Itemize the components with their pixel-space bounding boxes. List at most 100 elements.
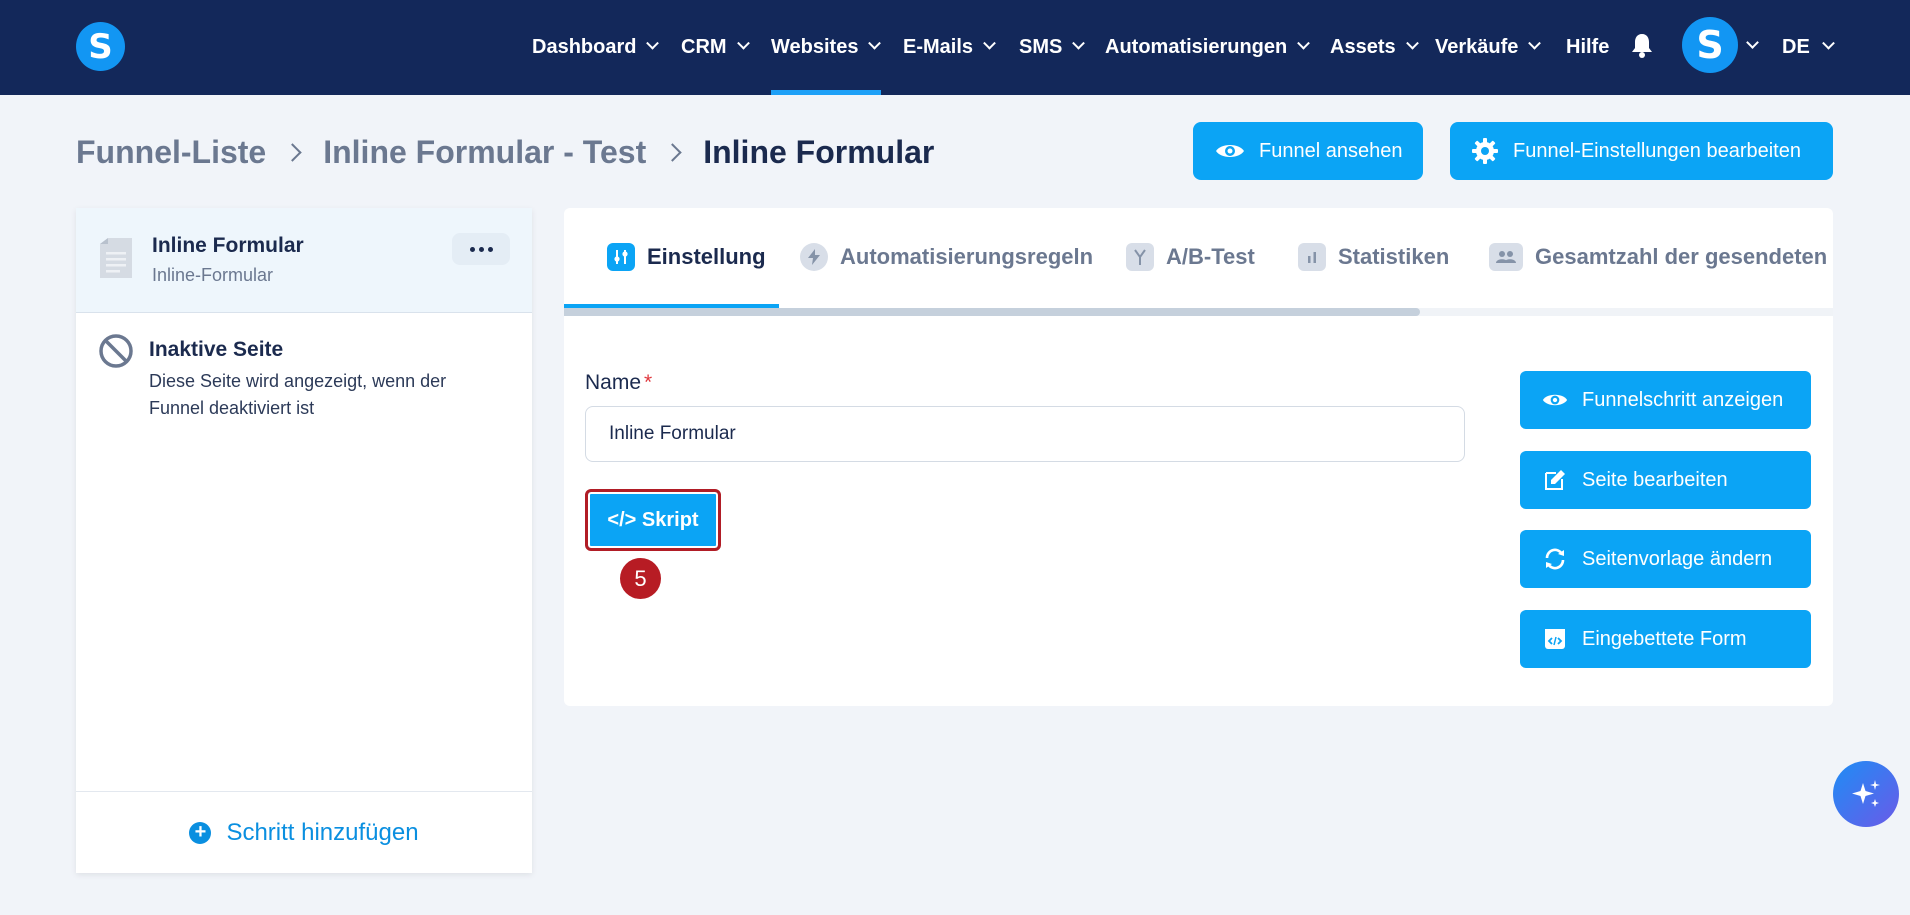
gear-icon [1472, 138, 1498, 164]
nav-sms[interactable]: SMS [1019, 0, 1086, 95]
split-icon [1126, 243, 1154, 271]
prohibited-icon [99, 334, 133, 368]
embedded-form-label: Eingebettete Form [1582, 627, 1747, 650]
user-avatar[interactable]: S [1682, 17, 1738, 73]
edit-page-button[interactable]: Seite bearbeiten [1520, 451, 1811, 509]
view-funnel-button[interactable]: Funnel ansehen [1193, 122, 1423, 180]
more-options-button[interactable] [452, 233, 510, 265]
chevron-down-icon [1297, 36, 1311, 50]
edit-funnel-settings-label: Funnel-Einstellungen bearbeiten [1513, 139, 1801, 162]
step-title: Inline Formular [152, 234, 304, 257]
sparkles-icon [1852, 780, 1880, 807]
nav-crm[interactable]: CRM [681, 0, 750, 95]
dot [469, 246, 475, 252]
eye-icon [1216, 145, 1244, 157]
tab-label: Statistiken [1338, 244, 1450, 269]
settings-tabs: Einstellung Automatisierungsregeln A/B-T… [564, 208, 1833, 308]
users-icon [1489, 243, 1523, 271]
tab-automation-rules[interactable]: Automatisierungsregeln [800, 208, 1093, 306]
document-icon [100, 238, 132, 278]
bar-chart-icon [1298, 243, 1326, 271]
chevron-down-icon [1528, 36, 1542, 50]
tab-label: A/B-Test [1166, 244, 1255, 269]
tab-total-sent[interactable]: Gesamtzahl der gesendeten L [1489, 208, 1833, 306]
inactive-page-description: Diese Seite wird angezeigt, wenn der Fun… [149, 371, 447, 418]
edit-funnel-settings-button[interactable]: Funnel-Einstellungen bearbeiten [1450, 122, 1833, 180]
chevron-down-icon [983, 36, 996, 50]
chevron-right-icon [663, 142, 682, 162]
add-step-label: Schritt hinzufügen [226, 818, 419, 846]
name-field-label: Name * [585, 371, 652, 395]
breadcrumb-current-step: Inline Formular [703, 133, 935, 170]
nav-label: Automatisierungen [1105, 36, 1288, 58]
inactive-page-title[interactable]: Inaktive Seite [149, 338, 283, 362]
nav-help[interactable]: Hilfe [1566, 0, 1609, 95]
language-selector[interactable]: DE [1782, 0, 1835, 95]
edit-page-label: Seite bearbeiten [1582, 468, 1728, 491]
top-navigation-bar: S Dashboard CRM Websites E-Mails SMS Aut… [0, 0, 1910, 95]
script-button[interactable]: </> Skript [585, 489, 721, 551]
chevron-down-icon [1821, 36, 1835, 50]
language-label: DE [1782, 36, 1810, 58]
dot [478, 246, 484, 252]
tab-settings[interactable]: Einstellung [607, 208, 766, 306]
step-subtitle: Inline-Formular [152, 265, 274, 285]
chevron-down-icon [868, 36, 882, 50]
script-button-label: </> Skript [607, 508, 699, 531]
embedded-form-button[interactable]: Eingebettete Form [1520, 610, 1811, 668]
tab-ab-test[interactable]: A/B-Test [1126, 208, 1255, 306]
nav-label: Hilfe [1566, 36, 1610, 58]
edit-icon [1542, 467, 1568, 493]
nav-label: Verkäufe [1435, 36, 1519, 58]
chevron-down-icon [1405, 36, 1419, 50]
view-funnel-label: Funnel ansehen [1259, 139, 1403, 162]
change-template-button[interactable]: Seitenvorlage ändern [1520, 530, 1811, 588]
bolt-icon [800, 243, 828, 271]
tab-statistics[interactable]: Statistiken [1298, 208, 1449, 306]
nav-emails[interactable]: E-Mails [903, 0, 996, 95]
tab-label: Einstellung [647, 244, 766, 269]
chevron-right-icon [283, 142, 302, 162]
refresh-icon [1542, 546, 1568, 572]
nav-label: Dashboard [532, 36, 637, 58]
bell-icon[interactable] [1631, 32, 1653, 58]
nav-label: Assets [1330, 36, 1396, 58]
nav-dashboard[interactable]: Dashboard [532, 0, 660, 95]
nav-sales[interactable]: Verkäufe [1435, 0, 1542, 95]
app-logo[interactable]: S [76, 22, 125, 71]
dot [487, 246, 493, 252]
ai-assistant-button[interactable] [1833, 761, 1899, 827]
step-settings-panel: Einstellung Automatisierungsregeln A/B-T… [564, 208, 1833, 706]
nav-assets[interactable]: Assets [1330, 0, 1419, 95]
tab-label: Gesamtzahl der gesendeten L [1535, 244, 1833, 269]
change-template-label: Seitenvorlage ändern [1582, 547, 1773, 570]
required-asterisk: * [644, 371, 653, 394]
chevron-down-icon[interactable] [1746, 36, 1759, 49]
breadcrumb: Funnel-Liste Inline Formular - Test Inli… [76, 130, 934, 174]
sliders-icon [607, 243, 635, 271]
show-funnel-step-label: Funnelschritt anzeigen [1582, 388, 1784, 411]
name-label-text: Name [585, 371, 642, 394]
chevron-down-icon [646, 36, 660, 50]
name-input[interactable] [585, 406, 1465, 462]
nav-automations[interactable]: Automatisierungen [1105, 0, 1311, 95]
nav-label: CRM [681, 36, 727, 58]
plus-circle-icon: + [189, 821, 212, 844]
nav-websites[interactable]: Websites [771, 0, 882, 95]
add-step-button[interactable]: + Schritt hinzufügen [76, 791, 532, 873]
nav-label: E-Mails [903, 36, 974, 58]
breadcrumb-funnel-list[interactable]: Funnel-Liste [76, 134, 266, 171]
show-funnel-step-button[interactable]: Funnelschritt anzeigen [1520, 371, 1811, 429]
eye-icon [1542, 387, 1568, 413]
funnel-steps-sidebar: Inline Formular Inline-Formular Inaktive… [76, 208, 532, 873]
nav-label: SMS [1019, 36, 1063, 58]
tab-label: Automatisierungsregeln [840, 244, 1094, 269]
code-window-icon [1542, 626, 1568, 652]
step-number-badge: 5 [620, 558, 661, 599]
breadcrumb-funnel[interactable]: Inline Formular - Test [323, 134, 646, 171]
nav-label: Websites [771, 36, 859, 58]
chevron-down-icon [736, 36, 750, 50]
tabs-scrollbar-thumb[interactable] [564, 308, 1420, 316]
funnel-step-item[interactable]: Inline Formular Inline-Formular [76, 208, 532, 313]
chevron-down-icon [1072, 36, 1086, 50]
